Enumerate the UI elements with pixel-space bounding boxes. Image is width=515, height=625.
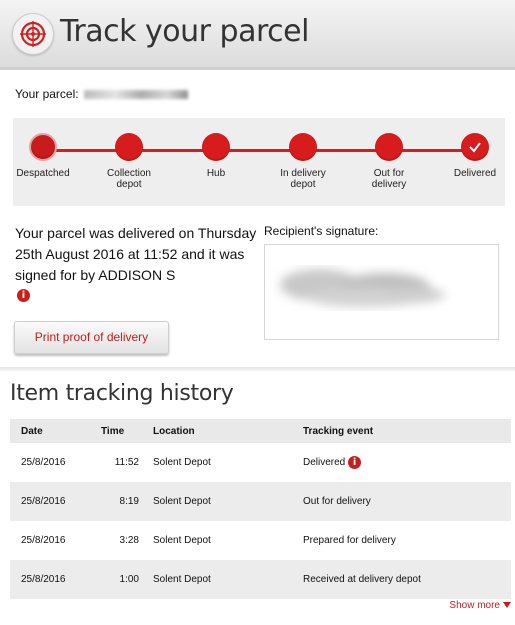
parcel-label: Your parcel:: [15, 87, 79, 101]
location-cell: Solent Depot: [153, 560, 303, 599]
info-icon[interactable]: i: [17, 289, 30, 302]
table-header-row: Date Time Location Tracking event: [10, 419, 511, 443]
step-label: In delivery depot: [280, 168, 326, 190]
time-cell: 3:28: [119, 535, 139, 546]
step-dot: [375, 133, 403, 161]
step-collection-depot: Collection depot: [89, 133, 169, 190]
step-out-for-delivery: Out for delivery: [349, 133, 429, 190]
time-cell: 11:52: [114, 457, 139, 468]
show-more-link[interactable]: Show more: [449, 600, 511, 611]
tracking-history-table: Date Time Location Tracking event 25/8/2…: [10, 419, 511, 599]
print-proof-of-delivery-button[interactable]: Print proof of delivery: [14, 321, 169, 354]
step-dot: [461, 133, 489, 161]
column-header: Location: [153, 419, 303, 443]
time-cell: 1:00: [85, 560, 153, 599]
step-label: Out for delivery: [371, 168, 407, 190]
date-cell: 25/8/2016: [10, 482, 85, 521]
step-despatched: Despatched: [3, 133, 83, 179]
parcel-number: Your parcel:: [15, 87, 188, 101]
page-header: Track your parcel: [0, 0, 515, 70]
info-icon[interactable]: i: [348, 456, 362, 469]
location-cell: Solent Depot: [153, 457, 211, 468]
column-header: Tracking event: [303, 419, 511, 443]
time-cell: 8:19: [85, 482, 153, 521]
step-label: Delivered: [453, 168, 497, 179]
target-icon: [12, 13, 54, 55]
tracking-history-title: Item tracking history: [10, 381, 234, 406]
step-label: Hub: [206, 168, 226, 179]
checkmark-icon: [469, 142, 481, 153]
signature-image: [264, 244, 499, 340]
step-label: Despatched: [16, 168, 70, 179]
event-cell: Out for delivery: [303, 482, 511, 521]
table-row: 25/8/2016 3:28 Solent Depot Prepared for…: [10, 521, 511, 560]
step-delivered: Delivered: [435, 133, 515, 179]
event-text: Delivered: [303, 457, 346, 469]
delivery-message: Your parcel was delivered on Thursday 25…: [15, 225, 257, 283]
step-hub: Hub: [176, 133, 256, 179]
page-title: Track your parcel: [60, 14, 309, 49]
parcel-id-redacted: [83, 90, 188, 100]
chevron-down-icon: [503, 602, 511, 609]
date-cell: 25/8/2016: [10, 560, 85, 599]
table-row: 25/8/2016 8:19 Solent Depot Out for deli…: [10, 482, 511, 521]
step-dot: [202, 133, 230, 161]
event-cell: Delivered i: [303, 443, 511, 482]
step-label: Collection depot: [107, 168, 151, 190]
step-dot: [115, 133, 143, 161]
event-cell: Received at delivery depot: [303, 560, 511, 599]
table-row: 25/8/2016 11:52 Solent Depot Delivered i: [10, 443, 511, 482]
event-cell: Prepared for delivery: [303, 535, 396, 546]
step-dot: [29, 133, 57, 161]
show-more-label: Show more: [449, 600, 500, 611]
date-cell: 25/8/2016: [21, 457, 66, 468]
location-cell: Solent Depot: [153, 482, 303, 521]
location-cell: Solent Depot: [153, 535, 211, 546]
step-dot: [289, 133, 317, 161]
column-header: Time: [85, 419, 153, 443]
section-divider: [0, 367, 515, 371]
step-in-delivery-depot: In delivery depot: [263, 133, 343, 190]
table-row: 25/8/2016 1:00 Solent Depot Received at …: [10, 560, 511, 599]
column-header: Date: [10, 419, 85, 443]
date-cell: 25/8/2016: [21, 535, 66, 546]
delivery-progress-tracker: Despatched Collection depot Hub In deliv…: [13, 118, 505, 206]
signature-label: Recipient's signature:: [264, 224, 379, 238]
